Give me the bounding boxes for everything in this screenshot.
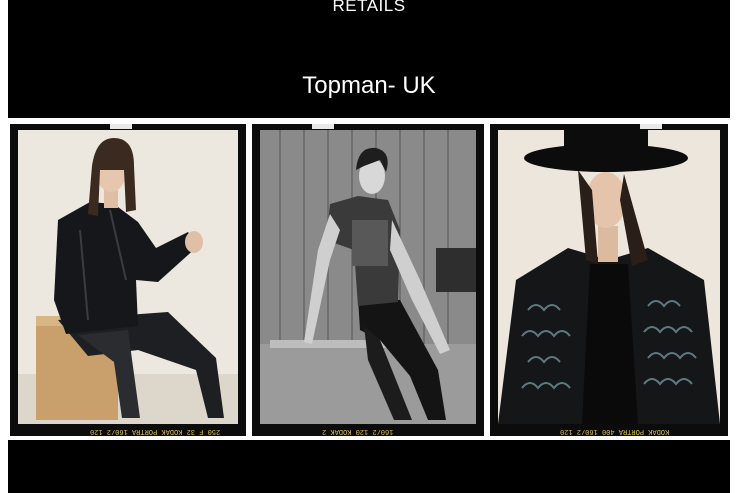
photo-strip: 250 F 32 KODAK PORTRA 160/2 120 160/2 12… — [8, 118, 730, 440]
film-edge-text: 160/2 120 KODAK 2 — [322, 427, 394, 435]
section-label: RETAILS — [332, 0, 406, 15]
photo-frame: 250 F 32 KODAK PORTRA 160/2 120 — [10, 124, 246, 436]
model-hat-embellished-jacket-image — [498, 130, 720, 424]
film-edge-text: 250 F 32 KODAK PORTRA 160/2 120 — [90, 427, 221, 435]
photo-model-graphic-tee — [260, 130, 476, 424]
retailer-title: Topman- UK — [302, 72, 436, 99]
slide: RETAILS Topman- UK 250 F 32 KODAK PORTRA… — [8, 0, 730, 493]
photo-frame: KODAK PORTRA 400 160/2 120 — [490, 124, 728, 436]
film-notch — [110, 124, 132, 129]
photo-model-hat-embellished-jacket — [498, 130, 720, 424]
film-notch — [312, 124, 334, 129]
photo-frame: 160/2 120 KODAK 2 — [252, 124, 484, 436]
film-edge-text: KODAK PORTRA 400 160/2 120 — [560, 427, 670, 435]
photo-model-leather-jacket — [18, 130, 238, 424]
model-leather-jacket-image — [18, 130, 238, 424]
film-notch — [640, 124, 662, 129]
model-graphic-tee-image — [260, 130, 476, 424]
